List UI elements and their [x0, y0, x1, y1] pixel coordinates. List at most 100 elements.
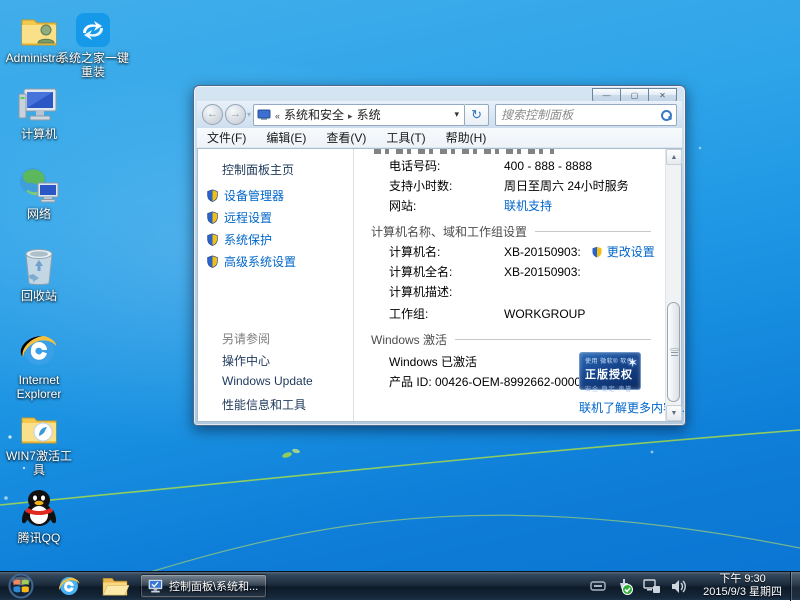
scrollbar[interactable]: ▲ ▼ [665, 149, 681, 421]
genuine-star-icon: ✶ [627, 355, 638, 371]
row-label: 工作组: [389, 305, 504, 322]
forward-button[interactable]: → [225, 104, 246, 125]
change-settings-link[interactable]: 更改设置 [607, 243, 655, 260]
address-bar[interactable]: «系统和安全▸系统 ▾ [253, 104, 465, 126]
sidebar-system-protection[interactable]: 系统保护 [206, 231, 272, 248]
activation-status: Windows 已激活 [389, 353, 477, 370]
info-row-computer-description: 计算机描述: [389, 283, 504, 300]
volume-icon[interactable] [671, 579, 688, 594]
search-icon[interactable] [661, 110, 671, 120]
row-value: XB-20150903: [504, 265, 581, 279]
taskbar-ie-icon[interactable] [52, 573, 86, 599]
section-rule [455, 339, 651, 340]
sidebar-action-center[interactable]: 操作中心 [222, 352, 270, 369]
start-button[interactable] [4, 573, 38, 599]
taskbar-explorer-icon[interactable] [98, 573, 132, 599]
sidebar-performance-tools[interactable]: 性能信息和工具 [222, 396, 306, 413]
online-support-link[interactable]: 联机支持 [504, 197, 552, 214]
search-input[interactable]: 搜索控制面板 [495, 104, 677, 126]
row-label: 计算机名: [389, 243, 504, 260]
section-windows-activation: Windows 激活 [371, 331, 651, 348]
desktop-icon-label: 计算机 [2, 127, 76, 141]
taskbar-task-control-panel[interactable]: 控制面板\系统和... [140, 574, 267, 598]
info-row-computer-name: 计算机名: XB-20150903: 更改设置 [389, 243, 655, 260]
row-label: 支持小时数: [389, 177, 504, 194]
system-window-icon [146, 578, 164, 595]
menu-help[interactable]: 帮助(H) [436, 129, 497, 146]
desktop-icon-internet-explorer[interactable]: Internet Explorer [2, 330, 76, 401]
menu-file[interactable]: 文件(F) [197, 129, 256, 146]
folder-icon [101, 574, 129, 598]
main-content: 电话号码: 400 - 888 - 8888 支持小时数: 周日至周六 24小时… [354, 149, 665, 421]
network-tray-icon[interactable] [643, 579, 661, 594]
desktop-icon-onekey-reinstall[interactable]: 系统之家一键重装 [56, 8, 130, 79]
desktop-icon-label: 系统之家一键重装 [56, 51, 130, 79]
desktop-icon-label: 网络 [2, 207, 76, 221]
clipped-scrolled-text [374, 149, 554, 154]
sidebar-control-panel-home[interactable]: 控制面板主页 [222, 161, 294, 178]
sidebar: 控制面板主页 设备管理器 远程设置 系统保护 高级系统设置 另请参阅 [198, 149, 354, 421]
desktop-icon-label: 腾讯QQ [2, 531, 76, 545]
taskbar-clock[interactable]: 下午 9:30 2015/9/3 星期四 [703, 573, 782, 599]
desktop-icon-recycle-bin[interactable]: 回收站 [2, 246, 76, 303]
breadcrumb[interactable]: «系统和安全▸系统 [271, 106, 451, 123]
navigation-bar: ← → ▾ «系统和安全▸系统 ▾ ↻ 搜索控制面板 [197, 101, 682, 128]
sidebar-task-label: 远程设置 [224, 209, 272, 226]
scrollbar-thumb[interactable] [667, 302, 680, 402]
task-button-label: 控制面板\系统和... [169, 578, 258, 594]
clock-time: 下午 9:30 [703, 573, 782, 586]
sidebar-advanced-system-settings[interactable]: 高级系统设置 [206, 253, 296, 270]
qq-penguin-icon [2, 488, 76, 528]
row-value: Windows 已激活 [389, 353, 477, 370]
scroll-up-icon[interactable]: ▲ [666, 149, 682, 165]
hidden-icons-button[interactable] [590, 580, 606, 592]
section-computer-name: 计算机名称、域和工作组设置 [371, 223, 651, 240]
desktop-icon-win7-activation-tool[interactable]: WIN7激活工具 [2, 406, 76, 477]
sidebar-windows-update[interactable]: Windows Update [222, 374, 313, 388]
desktop-icon-network[interactable]: 网络 [2, 164, 76, 221]
section-title: 计算机名称、域和工作组设置 [371, 223, 527, 240]
recent-pages-chevron-icon[interactable]: ▾ [247, 110, 251, 119]
desktop-icon-computer[interactable]: 计算机 [2, 84, 76, 141]
uac-shield-icon [206, 233, 219, 246]
sidebar-remote-settings[interactable]: 远程设置 [206, 209, 272, 226]
product-id: 产品 ID: 00426-OEM-8992662-00006 [389, 373, 588, 390]
window-body: 控制面板主页 设备管理器 远程设置 系统保护 高级系统设置 另请参阅 [197, 148, 682, 422]
sidebar-device-manager[interactable]: 设备管理器 [206, 187, 284, 204]
desktop: Administra... 系统之家一键重装 计算机 [0, 0, 800, 600]
desktop-icon-label: Internet Explorer [2, 373, 76, 401]
menu-bar: 文件(F) 编辑(E) 查看(V) 工具(T) 帮助(H) [197, 128, 682, 148]
computer-icon [2, 84, 76, 124]
desktop-icon-label: 回收站 [2, 289, 76, 303]
menu-view[interactable]: 查看(V) [316, 129, 376, 146]
sidebar-task-label: 高级系统设置 [224, 253, 296, 270]
sidebar-see-also-title: 另请参阅 [222, 330, 270, 347]
refresh-button[interactable]: ↻ [465, 104, 489, 126]
show-desktop-button[interactable] [790, 572, 800, 601]
sidebar-task-label: 设备管理器 [224, 187, 284, 204]
scroll-down-icon[interactable]: ▼ [666, 405, 682, 421]
recycle-bin-icon [2, 246, 76, 286]
win7-tool-folder-icon [2, 406, 76, 446]
desktop-icon-tencent-qq[interactable]: 腾讯QQ [2, 488, 76, 545]
search-placeholder: 搜索控制面板 [501, 106, 661, 123]
system-tray: 下午 9:30 2015/9/3 星期四 [585, 572, 800, 600]
menu-edit[interactable]: 编辑(E) [256, 129, 316, 146]
breadcrumb-item-system-security[interactable]: 系统和安全 [284, 108, 344, 122]
clock-date: 2015/9/3 星期四 [703, 586, 782, 599]
row-label: 计算机全名: [389, 263, 504, 280]
system-window: — ▢ ✕ ← → ▾ «系统和安全▸系统 ▾ ↻ 搜索控制面板 文件 [193, 85, 686, 426]
menu-tools[interactable]: 工具(T) [376, 129, 435, 146]
breadcrumb-item-system[interactable]: 系统 [357, 108, 381, 122]
breadcrumb-overflow-icon[interactable]: « [271, 111, 284, 121]
internet-explorer-icon [56, 574, 82, 598]
back-button[interactable]: ← [202, 104, 223, 125]
info-row-workgroup: 工作组: WORKGROUP [389, 305, 585, 322]
safely-remove-hardware-icon[interactable] [616, 578, 633, 595]
info-row-phone: 电话号码: 400 - 888 - 8888 [389, 157, 592, 174]
address-dropdown-icon[interactable]: ▾ [451, 109, 462, 120]
row-value: 400 - 888 - 8888 [504, 159, 592, 173]
desktop-icon-label: WIN7激活工具 [2, 449, 76, 477]
breadcrumb-separator-icon: ▸ [344, 111, 357, 121]
internet-explorer-icon [2, 330, 76, 370]
